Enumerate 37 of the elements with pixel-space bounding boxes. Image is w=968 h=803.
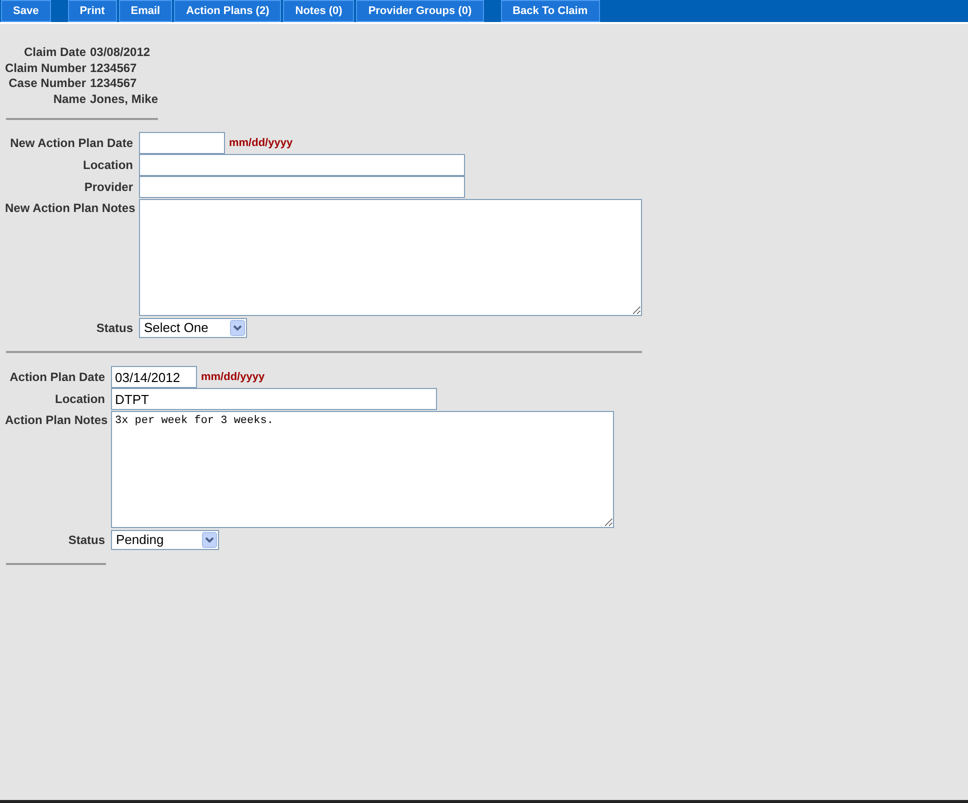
date-field[interactable] bbox=[139, 132, 225, 154]
info-label: Claim Date bbox=[22, 45, 86, 60]
toolbar-button[interactable]: Print bbox=[68, 0, 117, 22]
info-value: 1234567 bbox=[90, 76, 138, 92]
toolbar-button[interactable]: Provider Groups (0) bbox=[356, 0, 484, 22]
toolbar-button[interactable]: Notes (0) bbox=[283, 0, 354, 22]
field-label: Status bbox=[95, 320, 133, 337]
text-field[interactable]: DTPT bbox=[111, 388, 437, 410]
notes-field[interactable] bbox=[139, 199, 642, 316]
info-value: 03/08/2012 bbox=[90, 45, 152, 60]
info-label: Name bbox=[52, 92, 86, 107]
toolbar-button[interactable]: Email bbox=[118, 0, 172, 22]
notes-field[interactable]: 3x per week for 3 weeks. bbox=[111, 411, 614, 528]
field-label: New Action Plan Notes bbox=[5, 200, 133, 217]
chevron-down-icon bbox=[202, 532, 217, 548]
field-label: Status bbox=[67, 532, 105, 549]
field-label: Action Plan Date bbox=[8, 369, 105, 386]
info-label: Claim Number bbox=[5, 60, 86, 76]
field-label: Location bbox=[82, 157, 133, 174]
field-label: Location bbox=[54, 391, 105, 408]
chevron-down-icon bbox=[230, 320, 245, 336]
date-field[interactable]: 03/14/2012 bbox=[111, 366, 197, 388]
info-value: 1234567 bbox=[90, 60, 138, 76]
status-dropdown[interactable]: Pending bbox=[111, 530, 219, 550]
toolbar-button[interactable]: Back To Claim bbox=[500, 0, 600, 22]
info-value: Jones, Mike bbox=[90, 92, 160, 107]
date-format-hint: mm/dd/yyyy bbox=[229, 136, 293, 151]
text-field[interactable] bbox=[139, 176, 465, 198]
field-label: Provider bbox=[83, 179, 133, 196]
info-label: Case Number bbox=[8, 76, 86, 92]
field-label: Action Plan Notes bbox=[5, 412, 105, 429]
toolbar-button[interactable]: Action Plans (2) bbox=[174, 0, 282, 22]
status-dropdown[interactable]: Select One bbox=[139, 318, 247, 338]
toolbar-button[interactable]: Save bbox=[1, 0, 51, 22]
date-format-hint: mm/dd/yyyy bbox=[201, 370, 265, 385]
text-field[interactable] bbox=[139, 154, 465, 176]
field-label: New Action Plan Date bbox=[9, 135, 133, 152]
